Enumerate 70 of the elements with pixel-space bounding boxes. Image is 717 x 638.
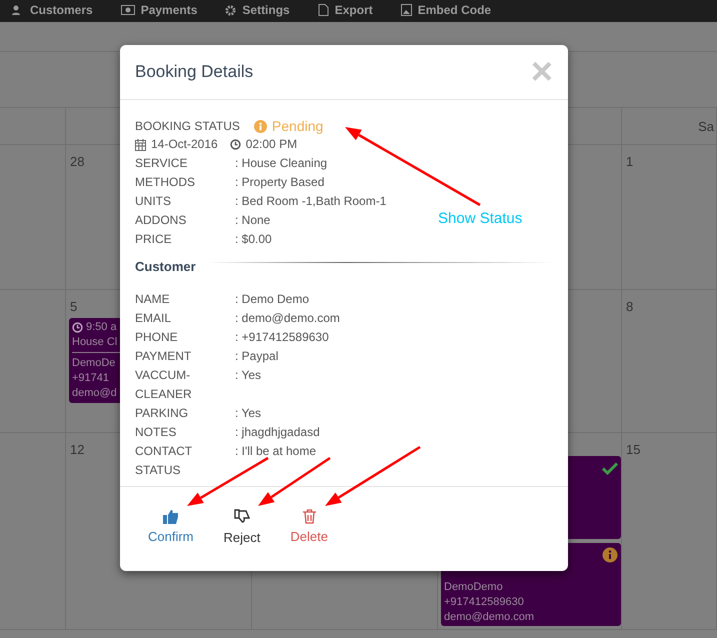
calendar-day-cell[interactable]: 1 [622,145,717,290]
nav-link[interactable]: Settings [225,3,290,17]
field-label: PHONE [135,329,178,346]
field-label: METHODS [135,174,195,191]
clock-icon [72,322,83,333]
nav-link[interactable]: Payments [120,3,198,17]
nav-link[interactable]: Customers [12,3,93,17]
field-value: : Yes [235,367,262,384]
event-text: demo@d [72,386,117,401]
dialog-title: Booking Details [135,62,254,82]
booking-date: 14-Oct-2016 [151,136,218,153]
field-value: : Property Based [235,174,324,191]
event-time: 9:50 a [72,320,117,335]
delete-button[interactable]: Delete [287,507,331,546]
field-value: : Demo Demo [235,291,310,308]
weekday-header: Sa [698,118,714,134]
event-text: demo@demo.com [444,610,534,625]
event-text: DemoDe [72,356,116,371]
day-number: 28 [70,154,84,169]
event-title: House Cl [72,335,118,350]
field-value: : Paypal [235,348,278,365]
field-label: EMAIL [135,310,172,327]
day-number: 1 [626,154,634,169]
field-label: PARKING [135,405,188,422]
confirm-button[interactable]: Confirm [145,507,197,546]
reject-button[interactable]: Reject [220,507,264,547]
nav-link[interactable]: Embed Code [400,3,492,17]
field-label: PRICE [135,231,172,248]
field-label: UNITS [135,193,171,210]
thumbs-down-icon [234,509,250,525]
file-icon [318,4,329,16]
money-icon [120,5,135,15]
image-icon [400,4,412,16]
event-text: +917412589630 [444,595,524,610]
calendar-day-cell[interactable]: 15 [622,433,717,630]
field-value: : Bed Room -1,Bath Room-1 [235,193,386,210]
booking-time: 02:00 PM [246,136,298,153]
day-number: 8 [626,299,634,314]
field-value: : +917412589630 [235,329,329,346]
field-label: SERVICE [135,155,188,172]
field-value: : None [235,212,270,229]
field-label: NOTES [135,424,176,441]
field-label: VACCUM-CLEANER [135,367,193,403]
field-value: : jhagdhjgadasd [235,424,320,441]
status-value: Pending [272,117,324,136]
event-text: +91741 [72,371,110,386]
field-label: ADDONS [135,212,186,229]
calendar-icon [135,138,146,150]
info-icon [254,120,267,133]
trash-icon [302,509,316,524]
annotation-text: Show Status [438,210,522,227]
field-label: CONTACT STATUS [135,443,193,479]
field-label: NAME [135,291,170,308]
field-value: : demo@demo.com [235,310,340,327]
settings-icon [225,4,236,16]
field-value: : House Cleaning [235,155,328,172]
event-text: DemoDemo [444,580,503,595]
nav-link[interactable]: Export [318,3,373,17]
day-number: 5 [70,299,78,314]
section-heading: Customer [135,258,196,276]
status-label: BOOKING STATUS [135,118,240,135]
field-value: : I'll be at home [235,443,316,460]
day-number: 15 [626,442,640,457]
field-value: : Yes [235,405,262,422]
thumbs-up-icon [162,509,179,524]
field-label: PAYMENT [135,348,192,365]
day-number: 12 [70,442,84,457]
field-value: : $0.00 [235,231,272,248]
calendar-day-cell[interactable]: 8 [622,290,717,433]
clock-icon [230,139,241,150]
